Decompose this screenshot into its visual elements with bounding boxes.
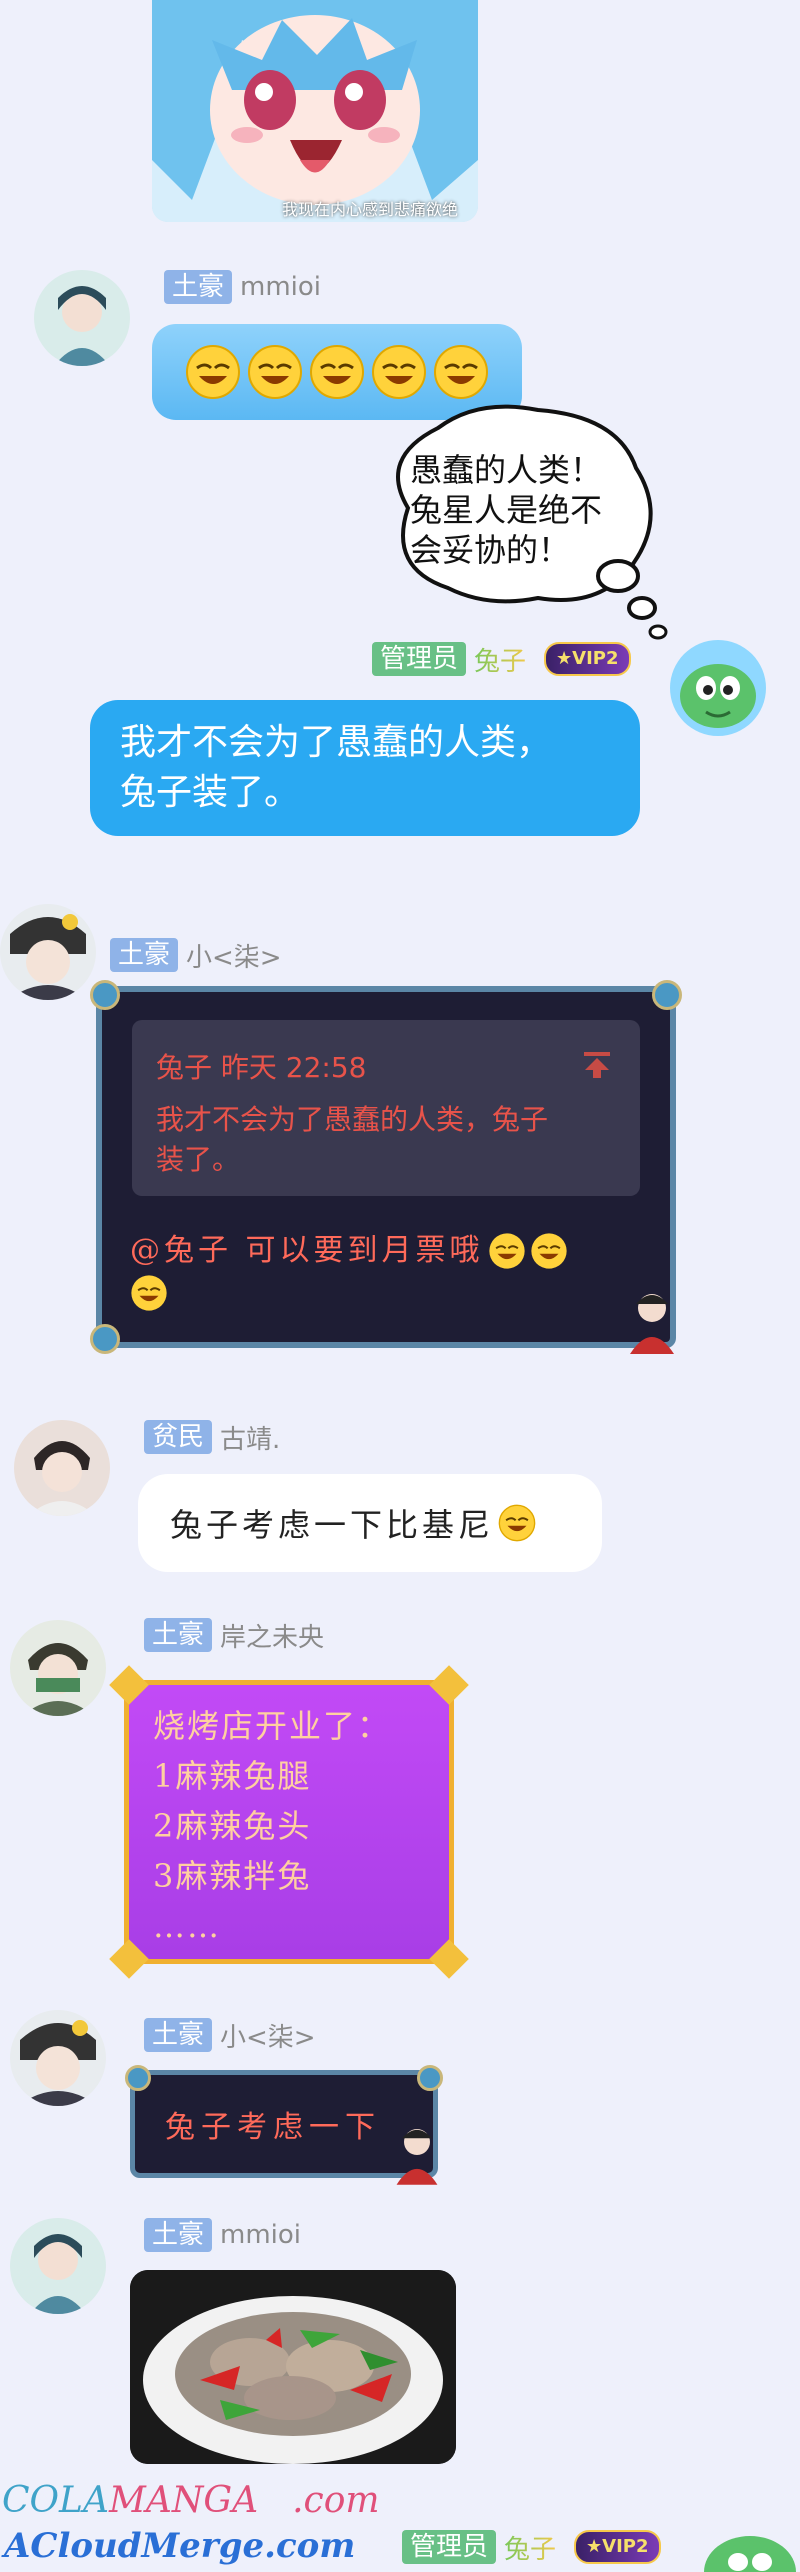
- laughing-emoji-icon: [247, 344, 303, 400]
- message-text: @兔子 可以要到月票哦: [130, 1233, 484, 1268]
- rank-badge: 土豪: [144, 2018, 213, 2052]
- username[interactable]: mmioi: [220, 2220, 301, 2250]
- top-sticker[interactable]: 我现在内心感到悲痛欲绝: [152, 0, 478, 222]
- corner-gem-icon: [125, 2065, 151, 2091]
- laughing-emoji-icon: [433, 344, 489, 400]
- card-line: 1麻辣兔腿: [153, 1757, 312, 1795]
- bubble-decoration-character: [391, 2125, 443, 2185]
- anime-girl-sticker-image: [152, 0, 478, 222]
- laughing-emoji-icon: [309, 344, 365, 400]
- username[interactable]: 岸之未央: [220, 1617, 324, 1654]
- message-header: 土豪 小<柒>: [110, 937, 282, 974]
- reply-message-card[interactable]: 兔子 昨天 22:58 我才不会为了愚蠢的人类，兔子 装了。 @兔子 可以要到月…: [90, 980, 682, 1354]
- rank-badge: 土豪: [144, 2218, 213, 2252]
- thought-line: 兔星人是绝不: [410, 491, 603, 529]
- reply-message-card[interactable]: 兔子考虑一下: [125, 2065, 443, 2185]
- watermark-text: COLA: [2, 2480, 109, 2521]
- thought-bubble: 愚蠢的人类！ 兔星人是绝不 会妥协的！: [368, 398, 668, 658]
- rank-badge-admin: 管理员: [372, 642, 467, 676]
- quote-text: 我才不会为了愚蠢的人类，兔子: [156, 1103, 549, 1136]
- avatar-rabbit-admin[interactable]: [670, 640, 766, 736]
- quote-text: 装了。: [156, 1143, 241, 1176]
- photo-message[interactable]: [130, 2270, 456, 2464]
- pin-top-icon[interactable]: [582, 1050, 612, 1080]
- message-text: 兔子考虑一下比基尼: [170, 1506, 495, 1544]
- username[interactable]: 兔子: [504, 2529, 556, 2566]
- watermark: COLAMANGA .com ACloudMerge.com: [0, 2480, 420, 2570]
- stir-fried-rabbit-dish-image: [130, 2270, 456, 2464]
- message-text-row: @兔子 可以要到月票哦: [130, 1228, 660, 1274]
- corner-gem-icon: [90, 980, 120, 1010]
- card-line: ……: [153, 1907, 221, 1945]
- message-header: 土豪 岸之未央: [144, 1617, 324, 1654]
- text-message-bubble[interactable]: 兔子考虑一下比基尼: [138, 1474, 602, 1572]
- watermark-text: ACloudMerge.com: [4, 2526, 356, 2566]
- message-text-row: [130, 1274, 660, 1326]
- username[interactable]: 古靖.: [220, 1419, 280, 1456]
- message-text: 我才不会为了愚蠢的人类，: [120, 722, 553, 763]
- watermark-text: .com: [292, 2480, 380, 2521]
- corner-gem-icon: [417, 2065, 443, 2091]
- message-header: 管理员 兔子 ★VIP2: [372, 641, 631, 678]
- thought-line: 会妥协的！: [410, 531, 571, 569]
- message-text: 兔子装了。: [120, 772, 301, 813]
- username[interactable]: mmioi: [240, 272, 321, 302]
- corner-gem-icon: [652, 980, 682, 1010]
- rank-badge: 土豪: [144, 1618, 213, 1652]
- sent-message-bubble[interactable]: 我才不会为了愚蠢的人类， 兔子装了。: [90, 700, 640, 836]
- username[interactable]: 小<柒>: [186, 937, 282, 974]
- username[interactable]: 兔子: [474, 641, 526, 678]
- message-text: 兔子考虑一下: [165, 2110, 381, 2145]
- quote-meta: 兔子 昨天 22:58: [156, 1051, 367, 1084]
- avatar-gujing[interactable]: [14, 1420, 110, 1516]
- quoted-message[interactable]: 兔子 昨天 22:58 我才不会为了愚蠢的人类，兔子 装了。: [132, 1020, 640, 1196]
- message-header: 土豪 小<柒>: [144, 2017, 316, 2054]
- corner-gem-icon: [429, 1665, 469, 1705]
- sticker-caption: 我现在内心感到悲痛欲绝: [282, 200, 459, 219]
- card-line: 2麻辣兔头: [153, 1807, 312, 1845]
- card-line: 烧烤店开业了：: [153, 1707, 392, 1745]
- laughing-emoji-icon: [530, 1232, 568, 1270]
- message-header: 管理员 兔子 ★VIP2: [402, 2529, 661, 2566]
- announcement-card[interactable]: 烧烤店开业了： 1麻辣兔腿 2麻辣兔头 3麻辣拌兔 ……: [109, 1665, 469, 1979]
- corner-gem-icon: [109, 1939, 149, 1979]
- laughing-emoji-icon: [498, 1504, 536, 1542]
- avatar-mmioi[interactable]: [10, 2218, 106, 2314]
- avatar-anzhiweiyang[interactable]: [10, 1620, 106, 1716]
- watermark-text: MANGA: [108, 2480, 259, 2521]
- corner-gem-icon: [429, 1939, 469, 1979]
- rank-badge: 贫民: [144, 1420, 213, 1454]
- rank-badge-admin: 管理员: [402, 2530, 497, 2564]
- avatar-xiaoqi[interactable]: [10, 2010, 106, 2106]
- bubble-decoration-character: [624, 1290, 680, 1354]
- rank-badge: 土豪: [164, 270, 233, 304]
- laughing-emoji-icon: [130, 1274, 168, 1312]
- laughing-emoji-icon: [488, 1232, 526, 1270]
- card-line: 3麻辣拌兔: [153, 1857, 312, 1895]
- vip-badge: ★VIP2: [574, 2530, 661, 2564]
- message-header: 土豪 mmioi: [144, 2218, 301, 2252]
- avatar-rabbit-admin[interactable]: [700, 2532, 800, 2572]
- avatar-xiaoqi[interactable]: [0, 904, 96, 1000]
- vip-badge: ★VIP2: [544, 642, 631, 676]
- laughing-emoji-icon: [185, 344, 241, 400]
- message-header: 土豪 mmioi: [164, 270, 321, 304]
- rank-badge: 土豪: [110, 938, 179, 972]
- message-header: 贫民 古靖.: [144, 1419, 280, 1456]
- corner-gem-icon: [90, 1324, 120, 1354]
- username[interactable]: 小<柒>: [220, 2017, 316, 2054]
- corner-gem-icon: [109, 1665, 149, 1705]
- avatar-mmioi[interactable]: [34, 270, 130, 366]
- thought-line: 愚蠢的人类！: [410, 451, 603, 489]
- laughing-emoji-icon: [371, 344, 427, 400]
